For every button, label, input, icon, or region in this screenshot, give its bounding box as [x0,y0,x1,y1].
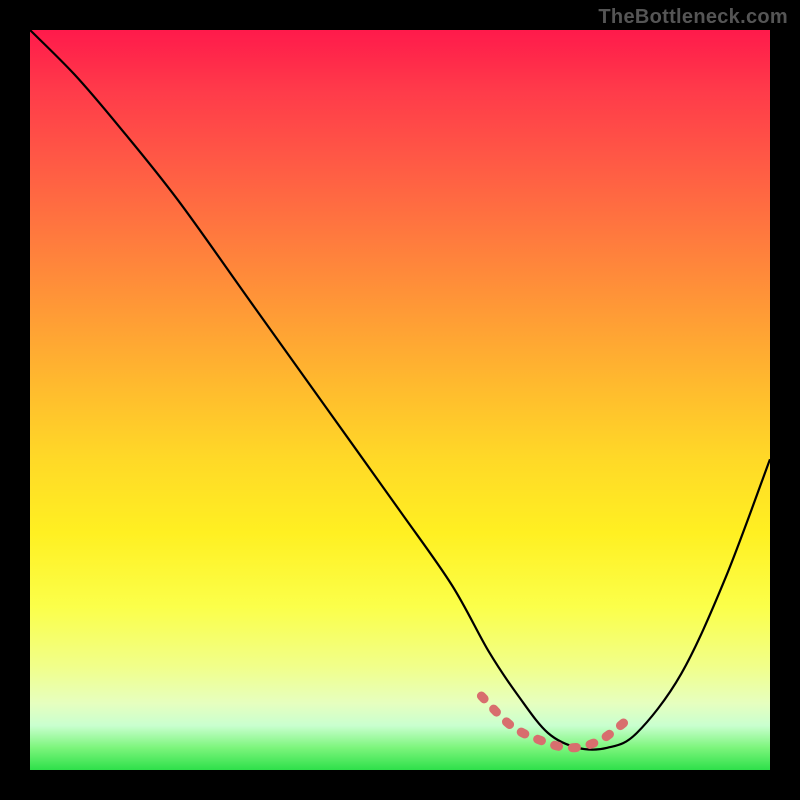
watermark-text: TheBottleneck.com [598,6,788,29]
plot-area [30,30,770,770]
chart-stage: TheBottleneck.com [0,0,800,800]
